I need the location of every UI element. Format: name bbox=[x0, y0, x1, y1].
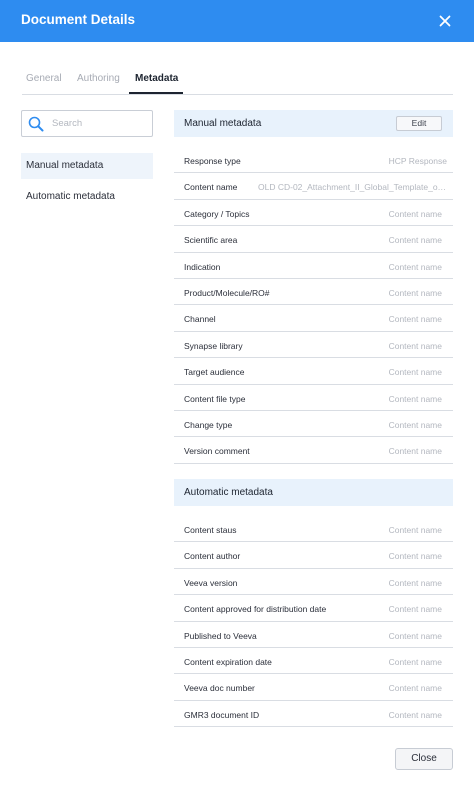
row-label: Content file type bbox=[184, 393, 246, 404]
row-label: Content author bbox=[184, 551, 241, 562]
row-value: Content name bbox=[388, 235, 442, 246]
metadata-row: GMR3 document ID Content name bbox=[174, 701, 453, 728]
search-input[interactable] bbox=[52, 116, 148, 131]
row-value: Content name bbox=[388, 288, 442, 298]
metadata-row: Veeva version Content name bbox=[174, 569, 453, 596]
row-label: Version comment bbox=[184, 446, 250, 457]
row-value: Content name bbox=[388, 446, 442, 457]
row-value: Content name bbox=[388, 577, 442, 588]
tab-metadata[interactable]: Metadata bbox=[135, 73, 178, 84]
automatic-metadata-header: Automatic metadata bbox=[174, 479, 453, 506]
row-value: Content name bbox=[388, 340, 442, 351]
row-value: Content name bbox=[388, 657, 442, 667]
dialog-header: Document Details bbox=[0, 0, 474, 42]
metadata-row: Version comment Content name bbox=[174, 437, 453, 464]
row-value: Content name bbox=[388, 420, 442, 430]
metadata-row: Content author Content name bbox=[174, 542, 453, 569]
metadata-row: Content name OLD CD-02_Attachment_II_Glo… bbox=[174, 173, 453, 200]
row-value: Content name bbox=[388, 709, 442, 720]
edit-button[interactable]: Edit bbox=[396, 116, 442, 131]
metadata-row: Synapse library Content name bbox=[174, 332, 453, 359]
manual-metadata-header: Manual metadata Edit bbox=[174, 110, 453, 137]
dialog-title: Document Details bbox=[21, 12, 136, 27]
tab-authoring[interactable]: Authoring bbox=[77, 73, 120, 84]
row-label: Veeva doc number bbox=[184, 683, 255, 694]
search-box[interactable] bbox=[21, 110, 153, 137]
metadata-row: Content expiration date Content name bbox=[174, 648, 453, 675]
row-value: HCP Response bbox=[388, 156, 447, 166]
sidebar-item-automatic-metadata[interactable]: Automatic metadata bbox=[21, 184, 153, 210]
metadata-row: Target audience Content name bbox=[174, 358, 453, 385]
row-label: GMR3 document ID bbox=[184, 709, 260, 720]
metadata-row: Published to Veeva Content name bbox=[174, 622, 453, 648]
section-title: Automatic metadata bbox=[184, 487, 273, 498]
row-label: Content expiration date bbox=[184, 657, 272, 667]
metadata-row: Category / Topics Content name bbox=[174, 200, 453, 227]
metadata-row: Content file type Content name bbox=[174, 385, 453, 411]
sidebar-item-manual-metadata[interactable]: Manual metadata bbox=[21, 153, 153, 179]
row-value: Content name bbox=[388, 551, 442, 562]
row-label: Scientific area bbox=[184, 235, 238, 246]
row-label: Content staus bbox=[184, 525, 237, 535]
metadata-row: Change type Content name bbox=[174, 411, 453, 438]
row-value: Content name bbox=[388, 604, 442, 615]
row-label: Content name bbox=[184, 182, 238, 193]
close-button[interactable]: Close bbox=[395, 748, 453, 770]
metadata-row: Content approved for distribution date C… bbox=[174, 595, 453, 622]
metadata-row: Channel Content name bbox=[174, 305, 453, 332]
row-label: Content approved for distribution date bbox=[184, 604, 327, 615]
row-label: Synapse library bbox=[184, 340, 243, 351]
row-value: Content name bbox=[388, 208, 442, 219]
row-label: Response type bbox=[184, 156, 241, 166]
row-label: Change type bbox=[184, 420, 233, 430]
tab-general[interactable]: General bbox=[26, 73, 62, 84]
search-icon bbox=[27, 115, 45, 133]
row-label: Indication bbox=[184, 261, 221, 272]
active-tab-indicator bbox=[129, 92, 183, 94]
row-value: Content name bbox=[388, 525, 442, 535]
row-value: OLD CD-02_Attachment_II_Global_Template_… bbox=[258, 182, 447, 193]
tab-bar: General Authoring Metadata bbox=[22, 66, 453, 95]
row-value: Content name bbox=[388, 367, 442, 378]
row-label: Veeva version bbox=[184, 577, 238, 588]
row-value: Content name bbox=[388, 261, 442, 272]
close-icon[interactable] bbox=[433, 9, 457, 33]
row-label: Target audience bbox=[184, 367, 245, 378]
metadata-row: Product/Molecule/RO# Content name bbox=[174, 279, 453, 306]
row-label: Published to Veeva bbox=[184, 630, 257, 641]
row-value: Content name bbox=[388, 683, 442, 694]
metadata-row: Response type HCP Response bbox=[174, 147, 453, 174]
row-value: Content name bbox=[388, 393, 442, 404]
section-title: Manual metadata bbox=[184, 118, 262, 129]
row-label: Channel bbox=[184, 314, 216, 325]
metadata-row: Indication Content name bbox=[174, 253, 453, 279]
row-label: Product/Molecule/RO# bbox=[184, 288, 270, 298]
row-value: Content name bbox=[388, 314, 442, 325]
metadata-row: Veeva doc number Content name bbox=[174, 674, 453, 701]
row-label: Category / Topics bbox=[184, 208, 250, 219]
row-value: Content name bbox=[388, 630, 442, 641]
metadata-row: Content staus Content name bbox=[174, 516, 453, 543]
metadata-row: Scientific area Content name bbox=[174, 226, 453, 253]
